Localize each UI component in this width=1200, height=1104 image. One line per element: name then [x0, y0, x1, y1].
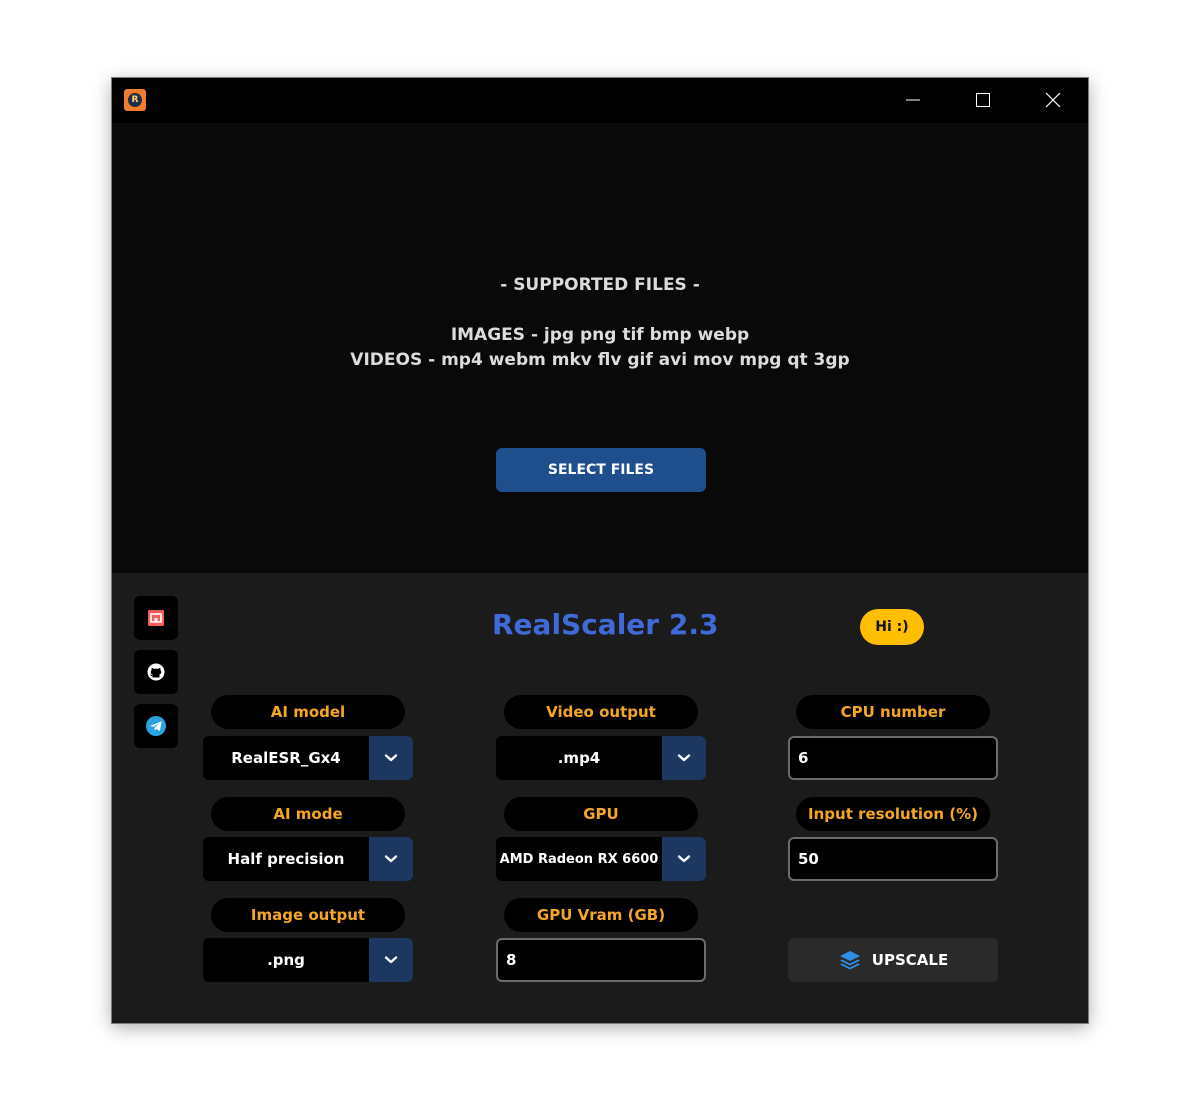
video-output-dropdown-arrow[interactable] [662, 736, 706, 780]
supported-images-text: IMAGES - jpg png tif bmp webp [450, 325, 750, 345]
chevron-down-icon [677, 754, 691, 762]
minimize-icon [906, 99, 920, 101]
app-logo-icon: R [124, 89, 146, 111]
video-output-dropdown[interactable]: .mp4 [496, 736, 706, 780]
ai-model-dropdown-arrow[interactable] [369, 736, 413, 780]
sidebar-item-github[interactable] [134, 650, 178, 694]
chevron-down-icon [384, 754, 398, 762]
chevron-down-icon [384, 855, 398, 863]
video-output-label: Video output [504, 695, 698, 729]
close-icon [1045, 92, 1061, 108]
github-icon [147, 663, 165, 681]
ai-mode-label: AI mode [211, 797, 405, 831]
file-drop-area[interactable]: - SUPPORTED FILES - IMAGES - jpg png tif… [112, 123, 1088, 573]
image-output-value: .png [267, 951, 305, 969]
input-resolution-label: Input resolution (%) [796, 797, 990, 831]
chevron-down-icon [384, 956, 398, 964]
gpu-label: GPU [504, 797, 698, 831]
image-output-dropdown-arrow[interactable] [369, 938, 413, 982]
ai-model-value: RealESR_Gx4 [231, 749, 341, 767]
sidebar-item-telegram[interactable] [134, 704, 178, 748]
supported-videos-text: VIDEOS - mp4 webm mkv flv gif avi mov mp… [350, 350, 850, 370]
upscale-button-label: UPSCALE [871, 951, 949, 969]
close-button[interactable] [1018, 78, 1088, 123]
maximize-button[interactable] [948, 78, 1018, 123]
app-title: RealScaler 2.3 [492, 608, 719, 641]
gpu-vram-input[interactable] [496, 938, 706, 982]
itchio-icon [148, 610, 164, 626]
chevron-down-icon [677, 855, 691, 863]
input-resolution-input[interactable] [788, 837, 998, 881]
supported-files-info: - SUPPORTED FILES - IMAGES - jpg png tif… [112, 273, 1088, 373]
title-bar[interactable]: R [112, 78, 1088, 123]
ai-model-dropdown[interactable]: RealESR_Gx4 [203, 736, 413, 780]
sidebar-item-itchio[interactable] [134, 596, 178, 640]
ai-mode-dropdown[interactable]: Half precision [203, 837, 413, 881]
app-window: R - SUPPORTED FILES - IMAGES - jpg png t… [112, 78, 1088, 1023]
minimize-button[interactable] [878, 78, 948, 123]
video-output-value: .mp4 [557, 749, 601, 767]
gpu-value: AMD Radeon RX 6600 [499, 851, 659, 867]
telegram-icon [146, 716, 166, 736]
supported-files-heading: - SUPPORTED FILES - [500, 275, 700, 295]
app-logo-letter: R [128, 93, 142, 107]
ai-model-label: AI model [211, 695, 405, 729]
cpu-number-label: CPU number [796, 695, 990, 729]
gpu-vram-label: GPU Vram (GB) [504, 898, 698, 932]
gpu-dropdown-arrow[interactable] [662, 837, 706, 881]
maximize-icon [976, 93, 990, 107]
ai-mode-dropdown-arrow[interactable] [369, 837, 413, 881]
layers-icon [838, 948, 862, 972]
select-files-button[interactable]: SELECT FILES [496, 448, 706, 492]
cpu-number-input[interactable] [788, 736, 998, 780]
gpu-dropdown[interactable]: AMD Radeon RX 6600 [496, 837, 706, 881]
hi-badge[interactable]: Hi :) [860, 609, 924, 645]
image-output-label: Image output [211, 898, 405, 932]
image-output-dropdown[interactable]: .png [203, 938, 413, 982]
upscale-button[interactable]: UPSCALE [788, 938, 998, 982]
ai-mode-value: Half precision [227, 850, 345, 868]
